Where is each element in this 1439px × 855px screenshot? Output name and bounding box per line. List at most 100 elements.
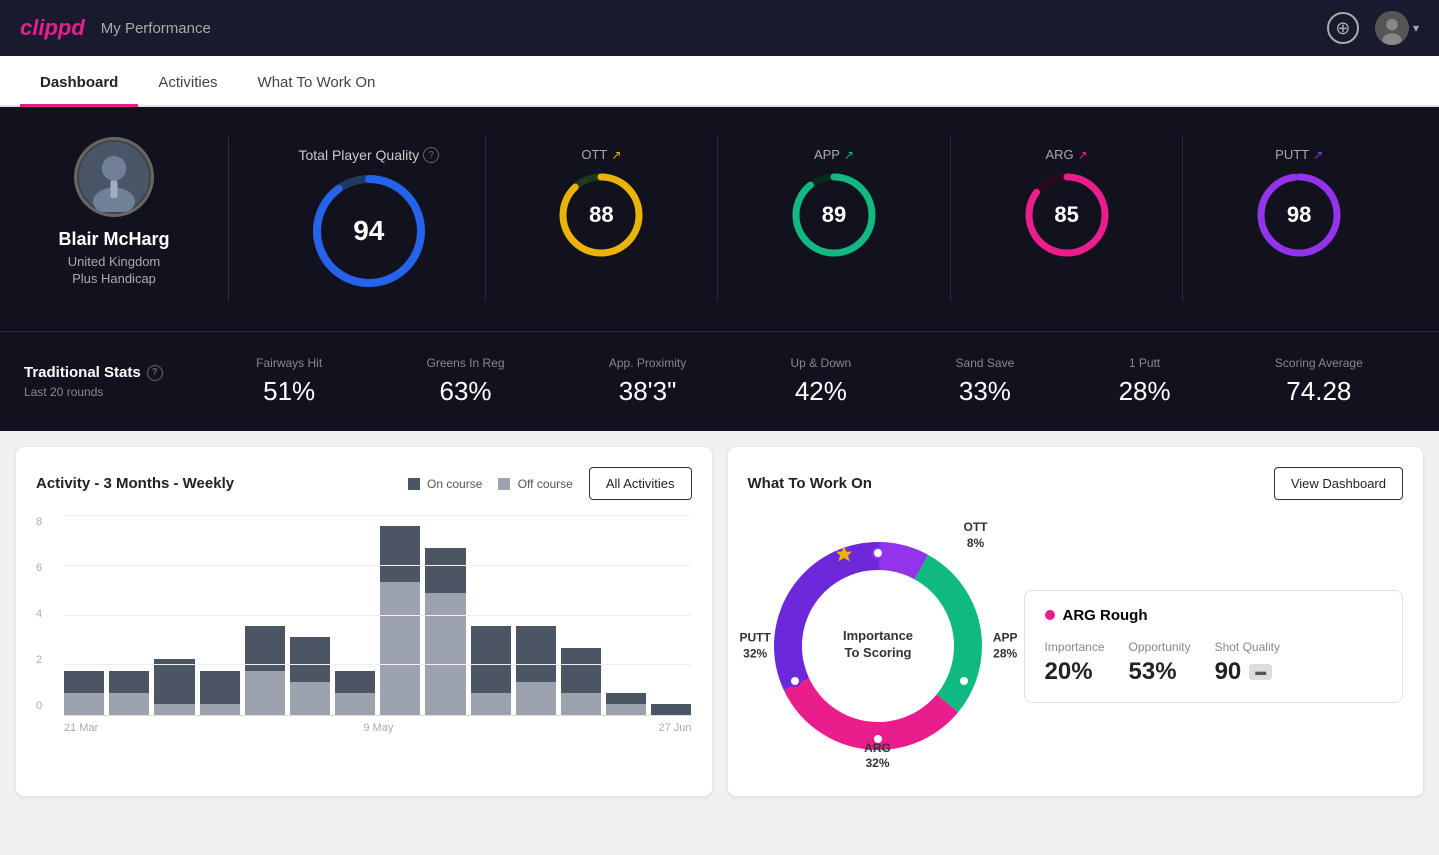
bar-bottom xyxy=(109,671,149,693)
bar-group xyxy=(516,626,556,715)
trad-stats-sub: Last 20 rounds xyxy=(24,385,204,399)
scores-wrap: Total Player Quality ? 94 OTT ↗ xyxy=(253,137,1415,301)
stat-up-and-down: Up & Down 42% xyxy=(791,356,852,407)
trad-info-icon[interactable]: ? xyxy=(147,365,163,381)
bar-top xyxy=(290,682,330,715)
y-label-6: 6 xyxy=(36,562,42,574)
view-dashboard-button[interactable]: View Dashboard xyxy=(1274,467,1403,500)
bar-top xyxy=(200,704,240,715)
x-labels: 21 Mar 9 May 27 Jun xyxy=(64,722,692,734)
info-card-stats: Importance 20% Opportunity 53% Shot Qual… xyxy=(1045,640,1383,686)
svg-text:To Scoring: To Scoring xyxy=(844,645,911,660)
total-circle: 94 xyxy=(309,171,429,291)
logo: clippd xyxy=(20,15,85,41)
trad-stats-label: Traditional Stats ? Last 20 rounds xyxy=(24,364,204,399)
score-ott: OTT ↗ 88 xyxy=(486,137,719,301)
info-icon[interactable]: ? xyxy=(423,147,439,163)
putt-arrow-icon: ↗ xyxy=(1313,148,1323,162)
bar-group xyxy=(380,526,420,715)
x-label-1: 9 May xyxy=(363,722,393,734)
stat-gir: Greens In Reg 63% xyxy=(426,356,504,407)
bar-group xyxy=(335,671,375,715)
activity-chart-panel: Activity - 3 Months - Weekly On course O… xyxy=(16,447,712,796)
donut-chart: Importance To Scoring OTT8% APP28% xyxy=(748,516,1008,776)
bar-group xyxy=(651,704,691,715)
bar-bottom xyxy=(606,693,646,704)
bar-top xyxy=(561,693,601,715)
off-course-legend-icon xyxy=(498,478,510,490)
x-label-2: 27 Jun xyxy=(658,722,691,734)
arg-label: ARG xyxy=(1045,147,1073,162)
svg-text:Importance: Importance xyxy=(842,628,912,643)
bar-top xyxy=(245,671,285,715)
bar-group xyxy=(290,637,330,715)
bar-group xyxy=(471,626,511,715)
divider xyxy=(228,137,229,301)
y-label-2: 2 xyxy=(36,654,42,666)
avatar-chevron-icon: ▾ xyxy=(1413,21,1419,35)
ott-circle: 88 xyxy=(556,170,646,260)
bar-top xyxy=(516,682,556,715)
stat-importance: Importance 20% xyxy=(1045,640,1105,686)
traditional-stats: Traditional Stats ? Last 20 rounds Fairw… xyxy=(0,331,1439,431)
bar-group xyxy=(109,671,149,715)
chart-header: Activity - 3 Months - Weekly On course O… xyxy=(36,467,692,500)
chart-legend: On course Off course xyxy=(408,477,573,491)
info-card-title: ARG Rough xyxy=(1045,607,1383,624)
stat-proximity: App. Proximity 38'3" xyxy=(609,356,686,407)
info-card: ARG Rough Importance 20% Opportunity 53%… xyxy=(1024,590,1404,703)
bars-container xyxy=(64,516,692,716)
all-activities-button[interactable]: All Activities xyxy=(589,467,692,500)
score-putt: PUTT ↗ 98 xyxy=(1183,137,1415,301)
bar-top xyxy=(606,704,646,715)
total-quality-label: Total Player Quality ? xyxy=(298,147,439,163)
arg-segment-label: ARG32% xyxy=(864,741,891,772)
y-label-0: 0 xyxy=(36,700,42,712)
arg-value: 85 xyxy=(1054,202,1078,228)
bar-group xyxy=(64,671,104,715)
bar-group xyxy=(425,548,465,715)
stat-opportunity: Opportunity 53% xyxy=(1129,640,1191,686)
dot-red-icon xyxy=(1045,610,1055,620)
bar-group xyxy=(561,648,601,715)
tab-activities[interactable]: Activities xyxy=(138,56,237,105)
chart-title: Activity - 3 Months - Weekly xyxy=(36,475,234,492)
header-title: My Performance xyxy=(101,20,211,37)
app-value: 89 xyxy=(822,202,846,228)
tab-what-to-work-on[interactable]: What To Work On xyxy=(238,56,396,105)
putt-segment-label: PUTT32% xyxy=(740,630,771,661)
avatar-wrap[interactable]: ▾ xyxy=(1375,11,1419,45)
y-label-8: 8 xyxy=(36,516,42,528)
y-label-4: 4 xyxy=(36,608,42,620)
total-value: 94 xyxy=(353,215,384,247)
ott-label: OTT xyxy=(581,147,607,162)
player-name: Blair McHarg xyxy=(58,229,169,250)
bar-top xyxy=(380,582,420,715)
on-course-legend-icon xyxy=(408,478,420,490)
hero-section: Blair McHarg United Kingdom Plus Handica… xyxy=(0,107,1439,331)
stat-sand-save: Sand Save 33% xyxy=(956,356,1015,407)
bar-top xyxy=(471,693,511,715)
bar-top xyxy=(425,593,465,715)
bar-top xyxy=(335,693,375,715)
add-button[interactable]: ⊕ xyxy=(1327,12,1359,44)
bar-bottom xyxy=(516,626,556,682)
app-label: APP xyxy=(814,147,840,162)
bar-group xyxy=(154,659,194,715)
donut-svg: Importance To Scoring xyxy=(748,516,1008,776)
trad-stats-title: Traditional Stats ? xyxy=(24,364,204,381)
bar-bottom xyxy=(245,626,285,670)
header-left: clippd My Performance xyxy=(20,15,211,41)
off-course-legend-label: Off course xyxy=(518,477,573,491)
avatar xyxy=(74,137,154,217)
bar-bottom xyxy=(471,626,511,693)
bar-bottom xyxy=(651,704,691,715)
player-country: United Kingdom xyxy=(68,254,161,269)
tab-dashboard[interactable]: Dashboard xyxy=(20,56,138,105)
bar-top xyxy=(109,693,149,715)
stat-fairways: Fairways Hit 51% xyxy=(256,356,322,407)
arg-arrow-icon: ↗ xyxy=(1078,148,1088,162)
stat-shot-quality: Shot Quality 90 ▬ xyxy=(1215,640,1280,686)
header-right: ⊕ ▾ xyxy=(1327,11,1419,45)
shot-quality-badge: ▬ xyxy=(1249,664,1272,680)
